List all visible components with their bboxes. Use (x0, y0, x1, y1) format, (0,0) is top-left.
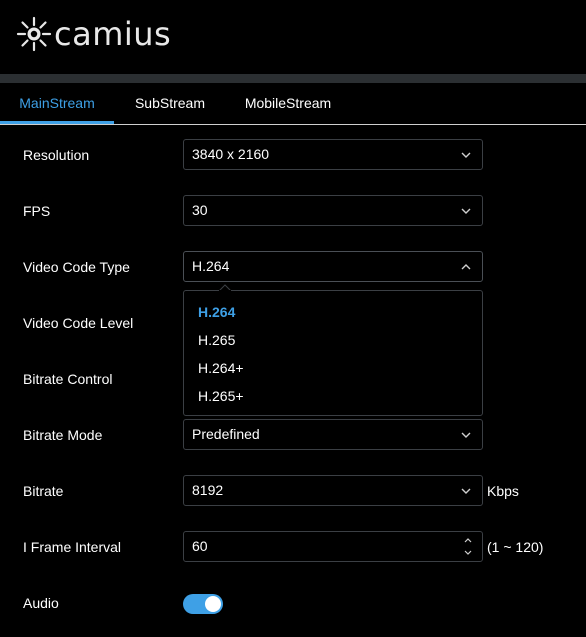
audio-toggle[interactable] (183, 594, 223, 614)
video-code-type-label: Video Code Type (23, 259, 130, 275)
chevron-down-icon (461, 208, 471, 214)
option-h265[interactable]: H.265 (198, 331, 235, 349)
video-code-type-value: H.264 (192, 258, 230, 274)
bitrate-label: Bitrate (23, 483, 64, 499)
toggle-knob (205, 596, 221, 612)
resolution-label: Resolution (23, 147, 90, 163)
fps-select[interactable]: 30 (183, 195, 483, 226)
audio-label: Audio (23, 595, 59, 611)
brand-logo: camius (14, 12, 171, 56)
chevron-down-icon (461, 432, 471, 438)
option-h264[interactable]: H.264 (198, 303, 235, 321)
stream-tabs: MainStream SubStream MobileStream (0, 83, 586, 125)
bitrate-control-label: Bitrate Control (23, 371, 113, 387)
iframe-interval-field (183, 531, 483, 562)
camera-lens-icon (16, 16, 52, 52)
active-tab-indicator (0, 121, 114, 124)
iframe-interval-stepper (462, 535, 474, 559)
dropdown-pointer (219, 284, 231, 291)
bitrate-unit: Kbps (487, 483, 519, 499)
header-divider-bar (0, 74, 586, 83)
bitrate-mode-select[interactable]: Predefined (183, 419, 483, 450)
iframe-interval-range: (1 ~ 120) (487, 539, 544, 555)
resolution-value: 3840 x 2160 (192, 146, 270, 162)
video-code-level-label: Video Code Level (23, 315, 134, 331)
chevron-down-icon (461, 488, 471, 494)
tab-mobilestream[interactable]: MobileStream (232, 83, 344, 124)
tab-substream[interactable]: SubStream (120, 83, 220, 124)
fps-label: FPS (23, 203, 51, 219)
bitrate-mode-value: Predefined (192, 426, 260, 442)
brand-name: camius (54, 15, 172, 53)
iframe-interval-input[interactable] (192, 532, 442, 561)
video-code-type-select[interactable]: H.264 (183, 251, 483, 282)
video-code-type-dropdown: H.264 H.265 H.264+ H.265+ (183, 290, 483, 416)
chevron-down-icon (461, 152, 471, 158)
decrement-icon[interactable] (462, 548, 474, 558)
app-header: camius (0, 0, 586, 74)
increment-icon[interactable] (462, 535, 474, 545)
resolution-select[interactable]: 3840 x 2160 (183, 139, 483, 170)
bitrate-value: 8192 (192, 482, 224, 498)
bitrate-select[interactable]: 8192 (183, 475, 483, 506)
bitrate-mode-label: Bitrate Mode (23, 427, 103, 443)
chevron-up-icon (461, 264, 471, 270)
option-h265-plus[interactable]: H.265+ (198, 387, 244, 405)
option-h264-plus[interactable]: H.264+ (198, 359, 244, 377)
iframe-interval-label: I Frame Interval (23, 539, 122, 555)
fps-value: 30 (192, 202, 208, 218)
tab-mainstream[interactable]: MainStream (0, 83, 114, 124)
